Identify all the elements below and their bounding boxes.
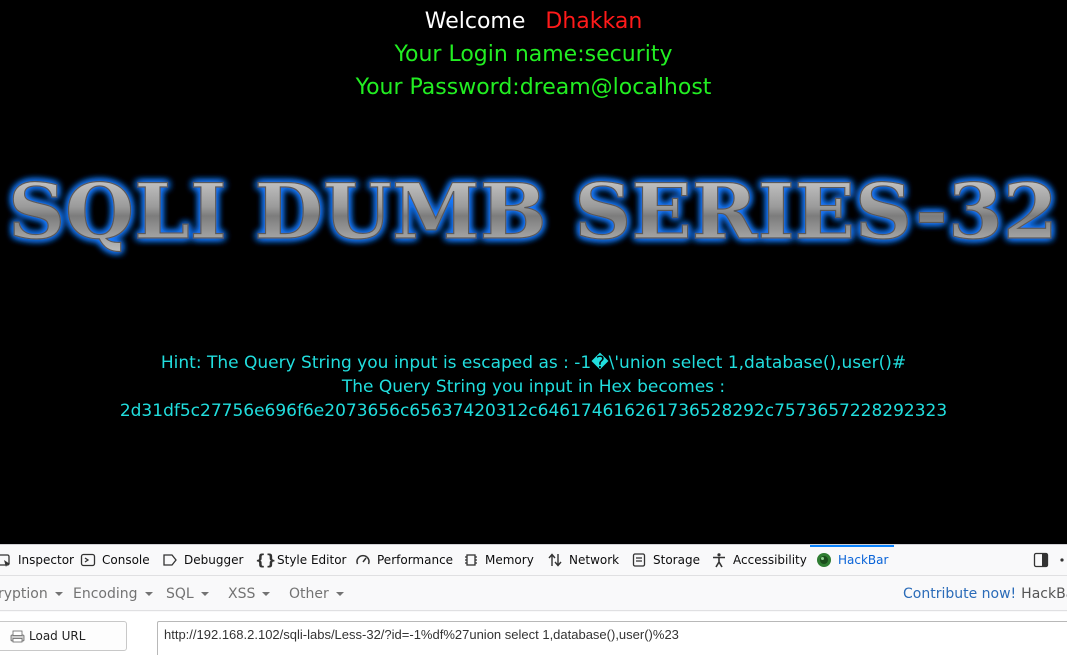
series-banner: SQLI DUMB SERIES-32 [0, 160, 1067, 260]
performance-icon [355, 552, 371, 568]
hint-hex-value: 2d31df5c27756e696f6e2073656c65637420312c… [119, 401, 948, 421]
tab-storage[interactable]: Storage [631, 545, 700, 575]
caret-down-icon [54, 592, 63, 596]
more-options-icon[interactable] [1059, 552, 1065, 568]
hint-escaped-line: Hint: The Query String you input is esca… [160, 353, 907, 373]
load-url-label: Load URL [29, 629, 86, 643]
tab-label: Memory [485, 553, 534, 567]
tab-label: Style Editor [277, 553, 347, 567]
style-editor-icon: {} [255, 551, 277, 569]
banner-text: SQLI DUMB SERIES-32 [8, 167, 1058, 256]
menu-sql[interactable]: SQL [166, 577, 209, 611]
login-name-line: Your Login name:security [394, 42, 673, 67]
hackbar-icon [816, 552, 832, 568]
network-icon [547, 552, 563, 568]
tab-label: Inspector [18, 553, 74, 567]
caret-down-icon [200, 592, 209, 596]
tab-memory[interactable]: Memory [463, 545, 534, 575]
tab-performance[interactable]: Performance [355, 545, 453, 575]
tab-label: Debugger [184, 553, 244, 567]
tab-console[interactable]: Console [80, 545, 150, 575]
menu-encryption[interactable]: ryption [0, 577, 63, 611]
tab-label: Network [569, 553, 620, 567]
contribute-link[interactable]: Contribute now! [903, 586, 1016, 602]
debugger-icon [162, 552, 178, 568]
devtools-panel: Inspector Console Debugger {} Style Edit… [0, 544, 1067, 655]
welcome-username: Dhakkan [545, 9, 643, 34]
dock-icon[interactable] [1033, 552, 1049, 568]
accessibility-icon [711, 552, 727, 568]
password-line: Your Password:dream@localhost [355, 75, 712, 100]
load-url-icon [10, 630, 25, 643]
tab-style-editor[interactable]: {} Style Editor [255, 545, 346, 575]
menu-encoding[interactable]: Encoding [73, 577, 153, 611]
tab-accessibility[interactable]: Accessibility [711, 545, 807, 575]
tab-label: Storage [653, 553, 700, 567]
caret-down-icon [144, 592, 153, 596]
contribute-area: Contribute now! HackBar v [903, 577, 1067, 611]
caret-down-icon [335, 592, 344, 596]
hackbar-menu: ryption Encoding SQL XSS Other Contribut… [0, 577, 1067, 611]
caret-down-icon [262, 592, 271, 596]
url-textarea[interactable]: http://192.168.2.102/sqli-labs/Less-32/?… [157, 621, 1067, 655]
inspector-icon [0, 552, 12, 568]
memory-icon [463, 552, 479, 568]
load-url-button[interactable]: Load URL [0, 621, 127, 651]
hackbar-body: Load URL http://192.168.2.102/sqli-labs/… [0, 612, 1067, 655]
menu-xss[interactable]: XSS [228, 577, 271, 611]
welcome-line: Welcome Dhakkan [0, 8, 1067, 36]
console-icon [80, 552, 96, 568]
tab-label: Performance [377, 553, 454, 567]
banner-graphic: SQLI DUMB SERIES-32 [7, 166, 1058, 256]
hint-hex-label: The Query String you input in Hex become… [341, 377, 726, 397]
hackbar-version-text: HackBar v [1021, 586, 1067, 602]
menu-other[interactable]: Other [289, 577, 344, 611]
menu-xss-label: XSS [228, 586, 256, 602]
tab-hackbar[interactable]: HackBar [809, 545, 895, 575]
welcome-label: Welcome [424, 9, 526, 34]
devtools-toolbar: Inspector Console Debugger {} Style Edit… [0, 545, 1067, 576]
menu-sql-label: SQL [166, 586, 194, 602]
tab-label: HackBar [838, 553, 889, 567]
tab-network[interactable]: Network [547, 545, 619, 575]
hint-block: Hint: The Query String you input is esca… [0, 351, 1067, 423]
tab-label: Console [102, 553, 150, 567]
tab-label: Accessibility [733, 553, 807, 567]
menu-encryption-label: ryption [0, 586, 48, 602]
toolbar-right-icons [1033, 545, 1067, 575]
storage-icon [631, 552, 647, 568]
tab-debugger[interactable]: Debugger [162, 545, 243, 575]
menu-encoding-label: Encoding [73, 586, 138, 602]
menu-other-label: Other [289, 586, 329, 602]
tab-inspector[interactable]: Inspector [0, 545, 74, 575]
